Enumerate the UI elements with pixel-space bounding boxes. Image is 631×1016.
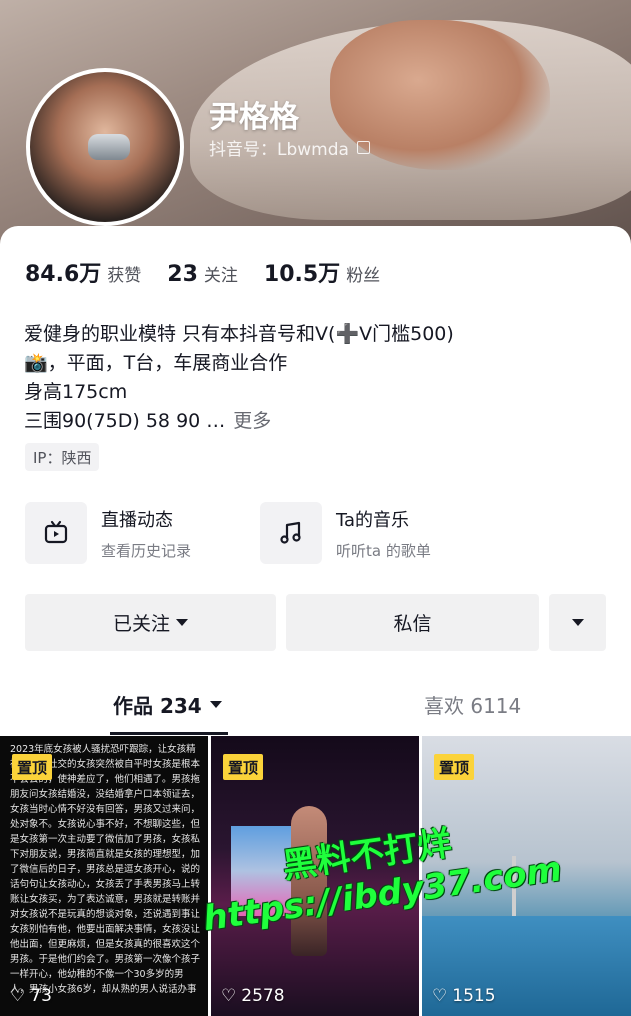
douyin-id: 抖音号：Lbwmda [209,140,349,160]
like-count-value: 73 [30,986,52,1006]
like-count-value: 1515 [452,986,496,1006]
like-count: ♡ 2578 [221,986,285,1006]
caret-down-icon [176,619,188,626]
bio: 爱健身的职业模特 只有本抖音号和V(➕V门槛500) 📸，平面，T台，车展商业合… [24,320,614,436]
profile-name: 尹格格 [209,100,299,135]
feature-subtitle: 查看历史记录 [101,541,192,560]
bio-line: 爱健身的职业模特 只有本抖音号和V(➕V门槛500) [24,323,454,345]
content-tabs: 作品 234 喜欢 6114 [0,690,631,735]
message-button[interactable]: 私信 [286,594,539,651]
bio-line: 身高175cm [24,381,128,403]
tab-works[interactable]: 作品 234 [113,690,222,719]
more-options-button[interactable] [549,594,606,651]
stat-likes[interactable]: 84.6万 获赞 [25,256,141,288]
avatar[interactable] [26,68,184,226]
caret-down-icon [209,701,222,708]
music-note-icon [260,502,322,564]
ip-location-tag: IP：陕西 [25,443,100,471]
feature-title: Ta的音乐 [336,509,410,531]
douyin-id-row[interactable]: 抖音号：Lbwmda [209,135,370,160]
follow-button[interactable]: 已关注 [25,594,276,651]
feature-live-history[interactable]: 直播动态 查看历史记录 [25,502,191,564]
caret-down-icon [571,619,584,626]
stat-label: 获赞 [107,266,142,286]
stat-followers[interactable]: 10.5万 粉丝 [264,256,380,288]
like-count-value: 2578 [241,986,285,1006]
tab-likes[interactable]: 喜欢 6114 [424,690,521,719]
feature-music[interactable]: Ta的音乐 听听ta 的歌单 [260,502,431,564]
heart-icon: ♡ [221,986,237,1006]
tab-works-label: 作品 234 [113,694,202,718]
stats-row: 84.6万 获赞 23 关注 10.5万 粉丝 [25,256,380,288]
tab-likes-label: 喜欢 6114 [424,694,522,718]
like-count: ♡ 1515 [432,986,496,1006]
follow-button-label: 已关注 [112,613,170,635]
stat-label: 粉丝 [346,266,381,286]
bio-line: 📸，平面，T台，车展商业合作 [24,352,288,374]
video-caption-text: 2023年底女孩被人骚扰恐吓跟踪，让女孩精神从来不社交的女孩突然被自平时女孩是根… [10,744,201,995]
pinned-badge: 置顶 [223,754,264,780]
message-button-label: 私信 [393,613,432,635]
active-tab-indicator [110,732,228,735]
pinned-badge: 置顶 [434,754,475,780]
heart-icon: ♡ [432,986,448,1006]
avatar-mask-detail [88,134,130,160]
like-count: ♡ 73 [10,986,52,1006]
tv-icon [25,502,87,564]
stat-value: 10.5万 [263,262,341,287]
bio-more-link[interactable]: 更多 [233,410,271,432]
pinned-badge: 置顶 [12,754,53,780]
video-tile[interactable]: 2023年底女孩被人骚扰恐吓跟踪，让女孩精神从来不社交的女孩突然被自平时女孩是根… [0,736,208,1016]
stat-following[interactable]: 23 关注 [167,261,238,287]
copy-icon[interactable] [356,141,370,154]
stat-value: 23 [167,262,198,287]
bio-line-text: 三围90(75D) 58 90 … [24,410,226,432]
stat-label: 关注 [203,266,238,286]
heart-icon: ♡ [10,986,26,1006]
feature-subtitle: 听听ta 的歌单 [336,541,431,560]
bio-line-last: 三围90(75D) 58 90 … 更多 [24,407,614,436]
stat-value: 84.6万 [25,262,102,287]
feature-title: 直播动态 [101,509,173,531]
